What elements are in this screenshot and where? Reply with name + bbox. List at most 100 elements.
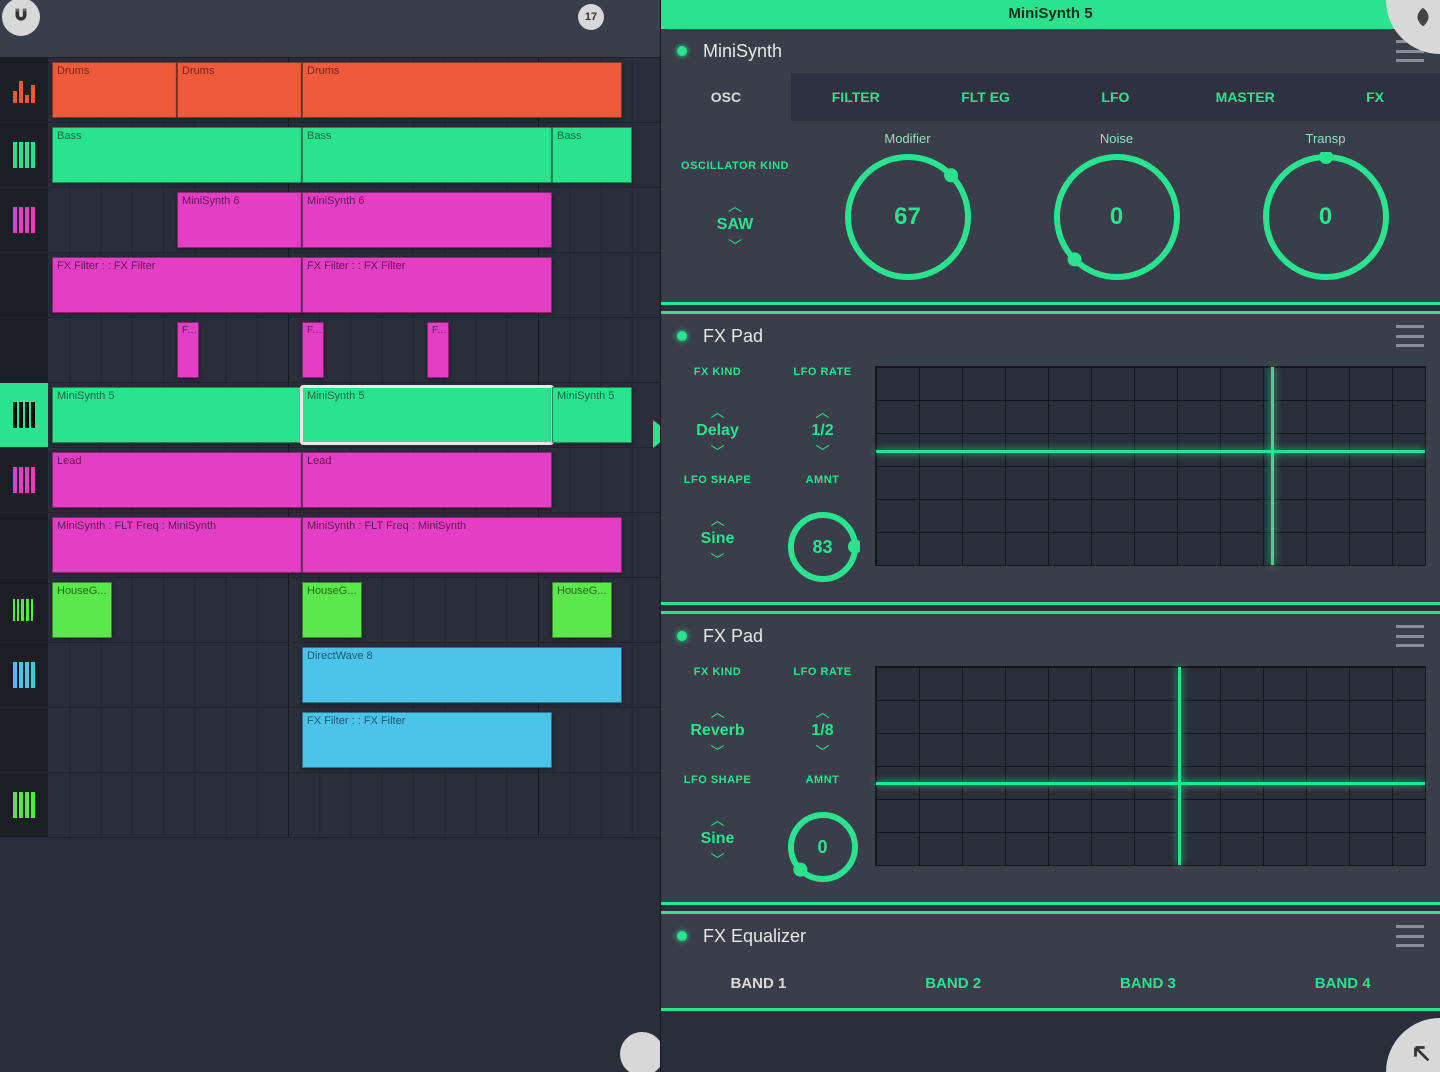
chevron-up-icon[interactable]: ︿ <box>710 810 724 828</box>
track-lane[interactable]: LeadLead <box>48 448 660 512</box>
clip[interactable]: Drums <box>302 62 622 118</box>
bar-marker[interactable]: 17 <box>578 4 604 30</box>
track-lane[interactable]: MiniSynth 6MiniSynth 6 <box>48 188 660 252</box>
knob-modifier[interactable]: Modifier 67 <box>807 131 1008 282</box>
tab-osc[interactable]: OSC <box>661 73 791 121</box>
clip[interactable]: Drums <box>52 62 177 118</box>
track-lane[interactable]: FX Filter : : FX FilterFX Filter : : FX … <box>48 253 660 317</box>
amnt-knob[interactable]: 0 <box>786 810 860 884</box>
clip[interactable]: MiniSynth : FLT Freq : MiniSynth <box>52 517 302 573</box>
lfo-rate-stepper[interactable]: ︿ 1/2 ﹀ <box>811 402 833 460</box>
tab-fx[interactable]: FX <box>1310 73 1440 121</box>
tab-filter[interactable]: FILTER <box>791 73 921 121</box>
resize-corner[interactable] <box>1386 1018 1440 1072</box>
clip[interactable]: HouseG... <box>552 582 612 638</box>
track-header[interactable] <box>0 448 48 512</box>
knob-noise[interactable]: Noise 0 <box>1016 131 1217 282</box>
chevron-up-icon[interactable]: ︿ <box>710 510 724 528</box>
clip[interactable]: MiniSynth : FLT Freq : MiniSynth <box>302 517 622 573</box>
knob-transp[interactable]: Transp 0 <box>1225 131 1426 282</box>
zoom-handle[interactable] <box>620 1032 660 1072</box>
lfo-rate-stepper[interactable]: ︿ 1/8 ﹀ <box>811 702 833 760</box>
track-lane[interactable] <box>48 773 660 837</box>
chevron-up-icon[interactable]: ︿ <box>728 196 742 214</box>
track-header[interactable] <box>0 643 48 707</box>
panel-enable-led[interactable] <box>677 631 687 641</box>
track-header[interactable] <box>0 188 48 252</box>
track-lane[interactable]: DirectWave 8 <box>48 643 660 707</box>
clip[interactable]: Lead <box>52 452 302 508</box>
clip[interactable]: FX Filter : : FX Filter <box>302 257 552 313</box>
eq-band-tab[interactable]: BAND 4 <box>1245 958 1440 1008</box>
chevron-up-icon[interactable]: ︿ <box>816 702 830 720</box>
panel-menu-button[interactable] <box>1396 325 1424 347</box>
panel-menu-button[interactable] <box>1396 625 1424 647</box>
track-header[interactable] <box>0 58 48 122</box>
clip[interactable]: Bass <box>302 127 552 183</box>
tab-lfo[interactable]: LFO <box>1050 73 1180 121</box>
snap-button[interactable] <box>2 0 40 36</box>
track-header[interactable] <box>0 318 48 382</box>
clip[interactable]: Lead <box>302 452 552 508</box>
chevron-up-icon[interactable]: ︿ <box>710 402 724 420</box>
tab-master[interactable]: MASTER <box>1180 73 1310 121</box>
clip[interactable]: MiniSynth 6 <box>177 192 302 248</box>
clip[interactable]: DirectWave 8 <box>302 647 622 703</box>
chevron-down-icon[interactable]: ﹀ <box>816 442 830 460</box>
clip[interactable]: F... <box>177 322 199 378</box>
clip[interactable]: HouseG... <box>52 582 112 638</box>
track-header[interactable] <box>0 578 48 642</box>
clip[interactable]: FX Filter : : FX Filter <box>302 712 552 768</box>
fx-kind-stepper[interactable]: ︿ Delay ﹀ <box>696 402 739 460</box>
panel-menu-button[interactable] <box>1396 925 1424 947</box>
fx-kind-stepper[interactable]: ︿ Reverb ﹀ <box>690 702 744 760</box>
panel-enable-led[interactable] <box>677 331 687 341</box>
track-lane[interactable]: HouseG... HouseG... HouseG... <box>48 578 660 642</box>
eq-band-tab[interactable]: BAND 3 <box>1051 958 1246 1008</box>
tab-flt-eg[interactable]: FLT EG <box>921 73 1051 121</box>
chevron-up-icon[interactable]: ︿ <box>816 402 830 420</box>
xy-pad[interactable] <box>875 666 1426 866</box>
chevron-down-icon[interactable]: ﹀ <box>816 742 830 760</box>
track-header[interactable] <box>0 253 48 317</box>
track-lane[interactable]: MiniSynth : FLT Freq : MiniSynthMiniSynt… <box>48 513 660 577</box>
clip[interactable]: FX Filter : : FX Filter <box>52 257 302 313</box>
clip[interactable]: MiniSynth 5 <box>302 387 552 443</box>
track-row: MiniSynth 5MiniSynth 5MiniSynth 5 <box>0 383 660 448</box>
track-lane[interactable]: FX Filter : : FX Filter <box>48 708 660 772</box>
clip[interactable]: MiniSynth 6 <box>302 192 552 248</box>
track-header[interactable] <box>0 773 48 837</box>
chevron-down-icon[interactable]: ﹀ <box>710 442 724 460</box>
track-header[interactable] <box>0 123 48 187</box>
track-lane[interactable]: MiniSynth 5MiniSynth 5MiniSynth 5 <box>48 383 660 447</box>
track-header[interactable] <box>0 383 48 447</box>
chevron-up-icon[interactable]: ︿ <box>711 702 725 720</box>
clip[interactable]: Drums <box>177 62 302 118</box>
clip[interactable]: F... <box>427 322 449 378</box>
lfo-shape-stepper[interactable]: ︿ Sine ﹀ <box>701 510 735 568</box>
timeline-ruler[interactable] <box>0 34 660 58</box>
track-header[interactable] <box>0 708 48 772</box>
clip[interactable]: MiniSynth 5 <box>52 387 302 443</box>
chevron-down-icon[interactable]: ﹀ <box>711 742 725 760</box>
chevron-down-icon[interactable]: ﹀ <box>710 550 724 568</box>
eq-band-tab[interactable]: BAND 2 <box>856 958 1051 1008</box>
lfo-shape-stepper[interactable]: ︿ Sine ﹀ <box>701 810 735 868</box>
chevron-down-icon[interactable]: ﹀ <box>710 850 724 868</box>
clip[interactable]: F... <box>302 322 324 378</box>
eq-band-tab[interactable]: BAND 1 <box>661 958 856 1008</box>
osc-kind-stepper[interactable]: ︿ SAW ﹀ <box>675 196 795 254</box>
chevron-down-icon[interactable]: ﹀ <box>728 236 742 254</box>
amnt-knob[interactable]: 83 <box>786 510 860 584</box>
panel-enable-led[interactable] <box>677 46 687 56</box>
panel-enable-led[interactable] <box>677 931 687 941</box>
xy-pad[interactable] <box>875 366 1426 566</box>
track-lane[interactable]: DrumsDrumsDrums <box>48 58 660 122</box>
clip[interactable]: HouseG... <box>302 582 362 638</box>
track-lane[interactable]: F... F... F... <box>48 318 660 382</box>
track-header[interactable] <box>0 513 48 577</box>
clip[interactable]: Bass <box>52 127 302 183</box>
track-lane[interactable]: BassBassBass <box>48 123 660 187</box>
clip[interactable]: Bass <box>552 127 632 183</box>
clip[interactable]: MiniSynth 5 <box>552 387 632 443</box>
